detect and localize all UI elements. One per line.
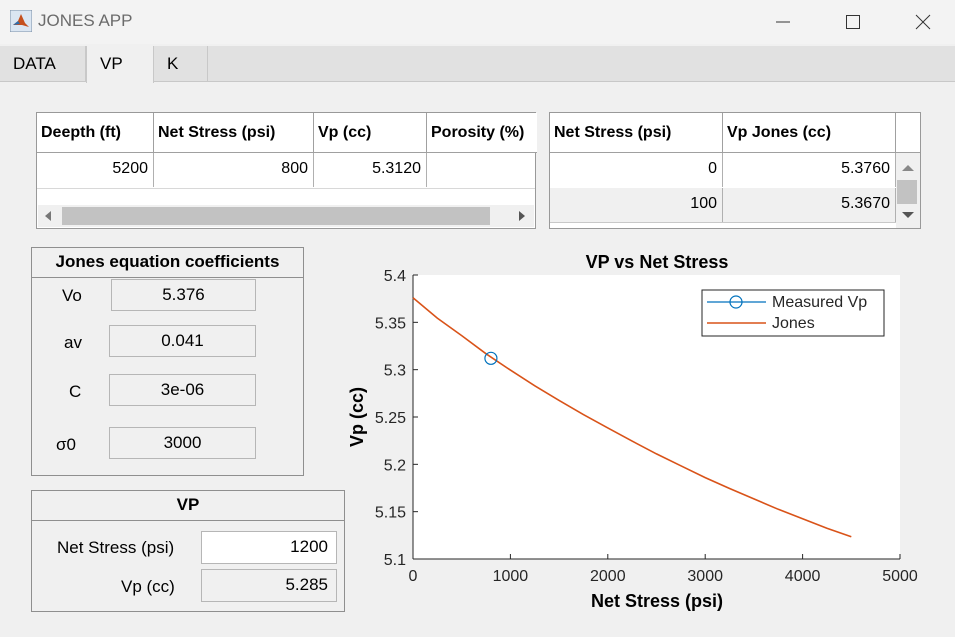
close-button[interactable] xyxy=(900,0,946,44)
coefficient-label: C xyxy=(69,382,82,401)
row-divider xyxy=(550,222,896,223)
title-bar: JONES APP xyxy=(0,0,955,44)
coefficient-label: Vo xyxy=(62,286,82,305)
scroll-down-icon[interactable] xyxy=(902,211,914,219)
row-divider xyxy=(37,188,535,189)
y-tick-label: 5.15 xyxy=(375,505,406,522)
x-tick-label: 5000 xyxy=(882,568,918,585)
vo-field: 5.376 xyxy=(111,279,256,311)
y-tick-label: 5.3 xyxy=(384,363,406,380)
table-cell[interactable]: 0 xyxy=(550,153,723,187)
net-stress-input[interactable]: 1200 xyxy=(201,531,337,564)
x-tick-label: 1000 xyxy=(493,568,529,585)
scroll-right-icon[interactable] xyxy=(518,211,526,221)
tab-vp[interactable]: VP xyxy=(86,46,154,83)
column-header[interactable]: Porosity (%) xyxy=(427,113,537,153)
legend-label-measured: Measured Vp xyxy=(772,294,867,311)
c-field: 3e-06 xyxy=(109,374,256,406)
maximize-icon xyxy=(846,15,860,29)
scroll-up-icon[interactable] xyxy=(902,164,914,172)
chart-title: VP vs Net Stress xyxy=(586,252,729,272)
tab-data[interactable]: DATA xyxy=(0,46,86,82)
jones-table[interactable]: Net Stress (psi) Vp Jones (cc) 0 5.3760 … xyxy=(549,112,921,229)
y-tick-label: 5.1 xyxy=(384,552,406,569)
panel-title: Jones equation coefficients xyxy=(32,248,303,278)
column-header[interactable]: Net Stress (psi) xyxy=(550,113,723,153)
table-cell[interactable]: 5200 xyxy=(37,153,154,187)
matlab-logo-icon xyxy=(10,10,32,32)
window-title: JONES APP xyxy=(38,11,133,30)
vp-label: Vp (cc) xyxy=(121,577,175,596)
minimize-button[interactable] xyxy=(760,0,806,44)
vp-panel: VP Net Stress (psi) 1200 Vp (cc) 5.285 xyxy=(31,490,345,612)
vertical-scrollbar[interactable] xyxy=(896,153,920,228)
y-axis-label: Vp (cc) xyxy=(347,387,367,447)
tab-strip: DATA VP K xyxy=(0,46,955,83)
data-table[interactable]: Deepth (ft) Net Stress (psi) Vp (cc) Por… xyxy=(36,112,537,229)
net-stress-label: Net Stress (psi) xyxy=(57,538,175,557)
x-tick-label: 2000 xyxy=(590,568,626,585)
column-header[interactable]: Vp Jones (cc) xyxy=(723,113,896,153)
coefficient-label: av xyxy=(64,333,82,352)
scroll-left-icon[interactable] xyxy=(44,211,52,221)
y-tick-label: 5.2 xyxy=(384,457,406,474)
av-field: 0.041 xyxy=(109,325,256,357)
header-filler xyxy=(896,113,920,153)
table-cell[interactable]: 5.3760 xyxy=(723,153,896,187)
column-header[interactable]: Deepth (ft) xyxy=(37,113,154,153)
x-tick-label: 4000 xyxy=(785,568,821,585)
legend-label-jones: Jones xyxy=(772,315,815,332)
coefficients-panel: Jones equation coefficients Vo 5.376 av … xyxy=(31,247,304,476)
table-cell[interactable]: 5.3120 xyxy=(314,153,427,187)
maximize-button[interactable] xyxy=(830,0,876,44)
table-cell[interactable]: 800 xyxy=(154,153,314,187)
vp-output: 5.285 xyxy=(201,569,337,602)
panel-title: VP xyxy=(32,491,344,521)
y-tick-label: 5.25 xyxy=(375,410,406,427)
y-tick-label: 5.35 xyxy=(375,315,406,332)
table-cell[interactable]: 100 xyxy=(550,188,723,222)
close-icon xyxy=(915,14,931,30)
x-tick-label: 3000 xyxy=(687,568,723,585)
horizontal-scrollbar[interactable] xyxy=(38,205,534,227)
x-axis-label: Net Stress (psi) xyxy=(591,591,723,611)
tab-k[interactable]: K xyxy=(154,46,208,82)
x-tick-label: 0 xyxy=(409,568,418,585)
scrollbar-thumb[interactable] xyxy=(62,207,490,225)
table-cell[interactable] xyxy=(427,153,535,187)
y-tick-label: 5.4 xyxy=(384,268,406,285)
sigma0-field: 3000 xyxy=(109,427,256,459)
column-header[interactable]: Net Stress (psi) xyxy=(154,113,314,153)
coefficient-label: σ0 xyxy=(56,435,76,454)
table-cell[interactable]: 5.3670 xyxy=(723,188,896,222)
minimize-icon xyxy=(776,21,790,23)
column-header[interactable]: Vp (cc) xyxy=(314,113,427,153)
vp-chart[interactable]: VP vs Net Stress 0 1000 2000 3000 4000 5000 5.… xyxy=(340,245,940,620)
scrollbar-thumb[interactable] xyxy=(897,180,917,204)
legend[interactable]: Measured Vp Jones xyxy=(701,289,885,337)
